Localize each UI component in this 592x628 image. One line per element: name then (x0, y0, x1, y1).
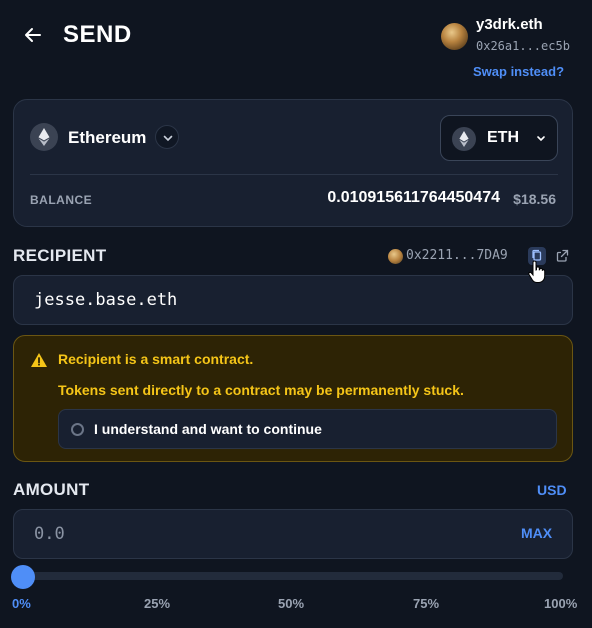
network-chevron-down-icon[interactable] (155, 125, 179, 149)
network-name[interactable]: Ethereum (68, 128, 146, 148)
amount-label: AMOUNT (13, 480, 90, 499)
swap-instead-link[interactable]: Swap instead? (473, 64, 564, 79)
user-name: y3drk.eth (476, 16, 543, 33)
amount-slider-track[interactable] (23, 572, 563, 580)
recipient-label: RECIPIENT (13, 246, 107, 265)
eth-token-icon (452, 127, 476, 151)
warning-body: Tokens sent directly to a contract may b… (58, 382, 464, 398)
warning-title: Recipient is a smart contract. (58, 351, 254, 367)
acknowledge-checkbox[interactable]: I understand and want to continue (58, 409, 557, 449)
slider-tick-50[interactable]: 50% (278, 596, 304, 611)
slider-tick-0[interactable]: 0% (12, 596, 31, 611)
ethereum-network-icon (30, 123, 58, 151)
amount-slider-thumb[interactable] (11, 565, 35, 589)
slider-tick-25[interactable]: 25% (144, 596, 170, 611)
amount-input[interactable] (13, 509, 573, 559)
avatar (441, 23, 468, 50)
copy-icon[interactable] (528, 247, 546, 265)
currency-toggle-button[interactable]: USD (537, 482, 567, 498)
back-arrow-icon[interactable] (22, 24, 44, 46)
balance-value: 0.010915611764450474 (327, 189, 500, 206)
chevron-down-icon (533, 130, 549, 146)
acknowledge-label: I understand and want to continue (94, 421, 322, 437)
token-card: Ethereum ETH BALANCE 0.01091561176445047… (13, 99, 573, 227)
warning-icon (30, 352, 48, 368)
slider-tick-75[interactable]: 75% (413, 596, 439, 611)
balance-label: BALANCE (30, 193, 93, 207)
acknowledge-radio[interactable] (71, 423, 84, 436)
external-link-icon[interactable] (555, 248, 570, 263)
resolved-avatar (388, 249, 403, 264)
balance-usd: $18.56 (513, 191, 556, 207)
page-title: SEND (63, 21, 132, 48)
resolved-address: 0x2211...7DA9 (406, 248, 508, 263)
token-selector[interactable]: ETH (440, 115, 558, 161)
divider (30, 174, 558, 175)
token-symbol: ETH (487, 129, 519, 146)
header: SEND y3drk.eth 0x26a1...ec5b Swap instea… (0, 0, 592, 90)
user-address: 0x26a1...ec5b (476, 39, 570, 53)
smart-contract-warning: Recipient is a smart contract. Tokens se… (13, 335, 573, 462)
recipient-input[interactable] (13, 275, 573, 325)
slider-tick-100[interactable]: 100% (544, 596, 577, 611)
max-button[interactable]: MAX (521, 525, 552, 541)
